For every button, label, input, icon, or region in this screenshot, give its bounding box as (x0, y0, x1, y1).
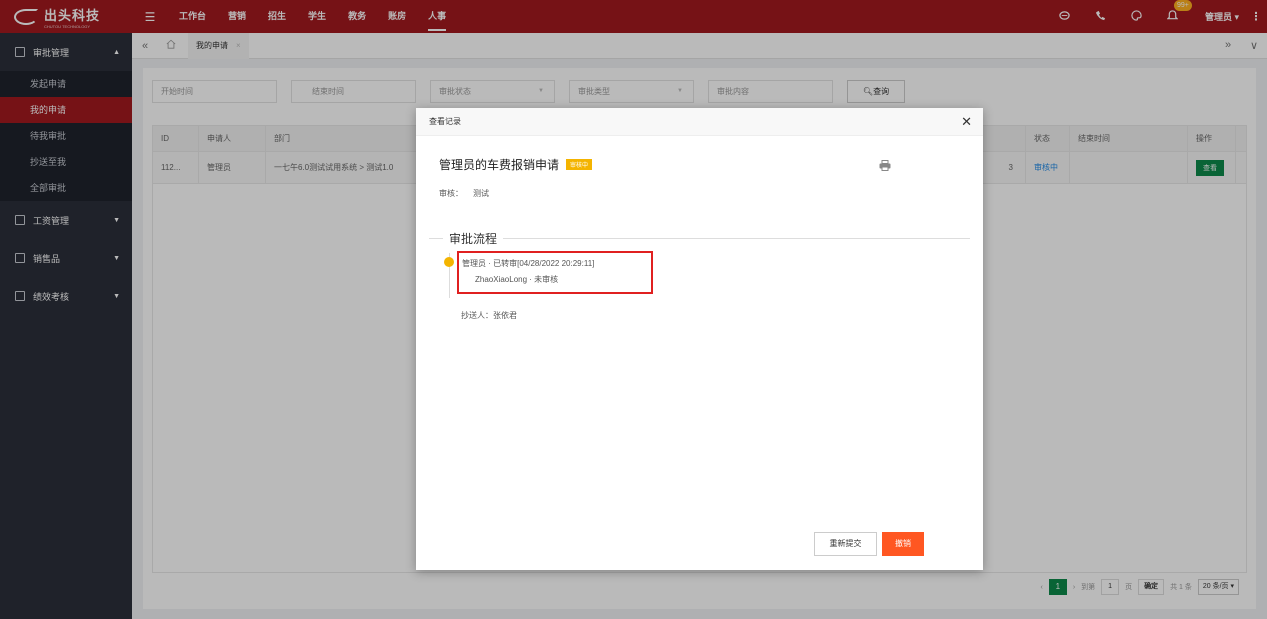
modal-header: 查看记录 ✕ (416, 108, 983, 136)
request-title: 管理员的车费报销申请 审核中 (439, 156, 593, 173)
modal-title: 查看记录 (429, 117, 461, 126)
view-record-modal: 查看记录 ✕ 管理员的车费报销申请 审核中 审核： 测试 审批流程 管理员 · 已… (416, 108, 983, 570)
request-title-text: 管理员的车费报销申请 (439, 158, 560, 172)
review-line: 审核： 测试 (439, 188, 489, 199)
status-badge: 审核中 (566, 159, 593, 170)
flow-step-main: 管理员 · 已转审[04/28/2022 20:29:11] (462, 259, 595, 268)
divider (503, 238, 970, 239)
timeline-dot (444, 257, 454, 267)
cc-recipient: 抄送人：张依君 (461, 311, 517, 320)
flow-section-title: 审批流程 (429, 230, 970, 247)
divider (429, 238, 443, 239)
resubmit-button[interactable]: 重新提交 (814, 532, 877, 556)
review-value: 测试 (473, 189, 489, 198)
close-icon[interactable]: ✕ (961, 114, 972, 130)
flow-title: 审批流程 (449, 232, 498, 246)
review-label: 审核： (439, 189, 463, 198)
flow-step-sub: ZhaoXiaoLong · 未审核 (475, 275, 559, 284)
print-icon[interactable] (879, 160, 891, 171)
revoke-button[interactable]: 撤销 (882, 532, 924, 556)
